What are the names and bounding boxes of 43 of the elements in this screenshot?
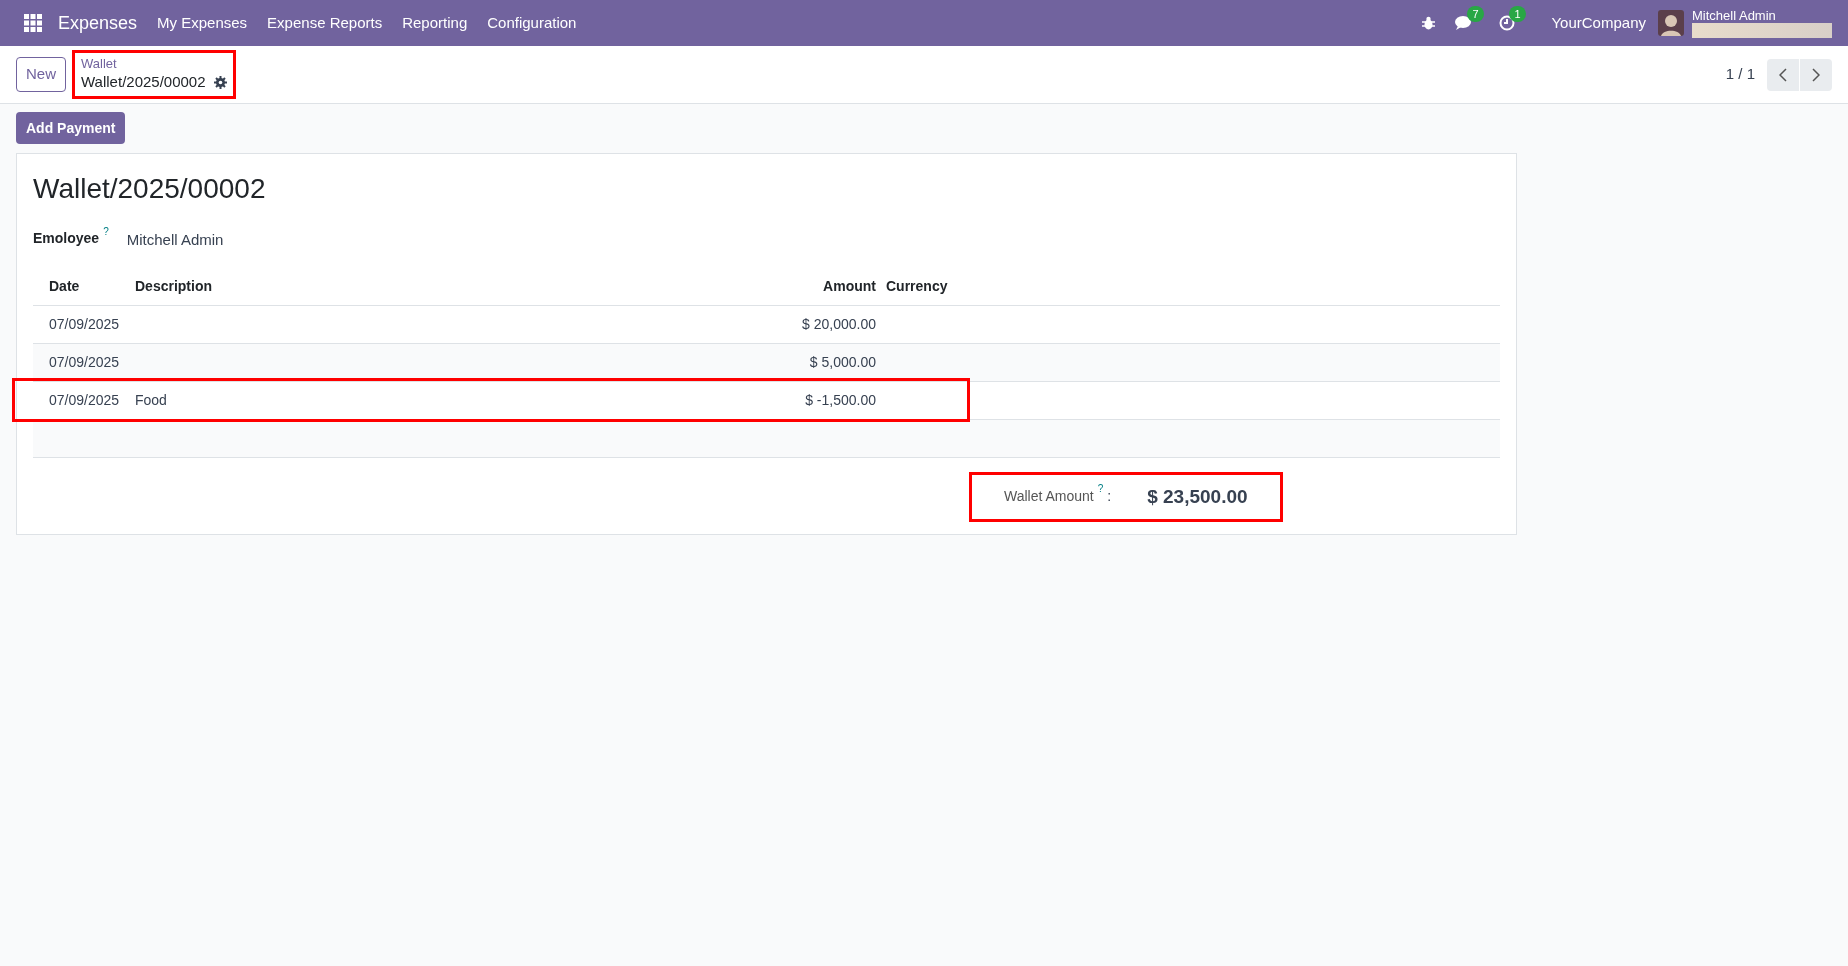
breadcrumb-link[interactable]: Wallet (81, 55, 227, 71)
menu-item[interactable]: Expense Reports (267, 11, 383, 35)
app-name[interactable]: Expenses (58, 9, 138, 37)
chevron-left-icon (1779, 67, 1787, 82)
clock-icon[interactable] (1499, 15, 1516, 31)
field-label: Emoloyee (33, 229, 100, 248)
total-label: Wallet Amount (1004, 487, 1094, 507)
avatar-icon[interactable] (1658, 10, 1684, 36)
table-cell-text: $ -1,500.00 (804, 390, 876, 410)
total-amount: $ 23,500.00 (1147, 484, 1248, 509)
message-count-badge: 7 (1467, 6, 1484, 22)
column-header[interactable]: Amount (235, 275, 876, 297)
activity-count-badge: 1 (1509, 6, 1526, 22)
column-header[interactable]: Date (33, 275, 135, 297)
menu-item[interactable]: Configuration (487, 11, 577, 35)
settings-icon[interactable] (213, 75, 227, 89)
label-colon: : (1107, 487, 1112, 507)
menu-item[interactable]: My Expenses (157, 11, 248, 35)
user-name[interactable]: Mitchell Admin (1692, 8, 1832, 23)
record-title: Wallet/2025/00002 (33, 172, 267, 206)
new-button[interactable]: New (16, 57, 66, 92)
table-cell-text: Food (135, 390, 168, 410)
bug-icon[interactable] (1422, 16, 1436, 30)
table-cell-text: $ 20,000.00 (801, 314, 876, 334)
table-cell-text: 07/09/2025 (48, 390, 121, 410)
help-icon[interactable]: ? (1097, 482, 1104, 495)
menu-item[interactable]: Reporting (402, 11, 468, 35)
pager-value: 1 / 1 (1725, 64, 1755, 85)
table-cell-text: 07/09/2025 (48, 352, 121, 372)
column-header[interactable]: Currency (876, 275, 948, 297)
column-header[interactable]: Description (135, 275, 235, 297)
table-cell-text: $ 5,000.00 (808, 352, 876, 372)
field-value: Mitchell Admin (126, 230, 224, 250)
previous-button[interactable] (1767, 58, 1799, 91)
table-row[interactable]: 07/09/2025 $ 5,000.00 (33, 343, 1500, 382)
add-payment-button[interactable]: Add Payment (16, 112, 126, 144)
help-icon[interactable]: ? (103, 226, 109, 238)
next-button[interactable] (1800, 58, 1832, 91)
table-cell-text: 07/09/2025 (48, 314, 121, 334)
chevron-right-icon (1812, 67, 1820, 82)
app-grid-icon[interactable] (24, 14, 42, 32)
company-name[interactable]: YourCompany (1551, 11, 1646, 35)
breadcrumb-current: Wallet/2025/00002 (81, 71, 206, 92)
